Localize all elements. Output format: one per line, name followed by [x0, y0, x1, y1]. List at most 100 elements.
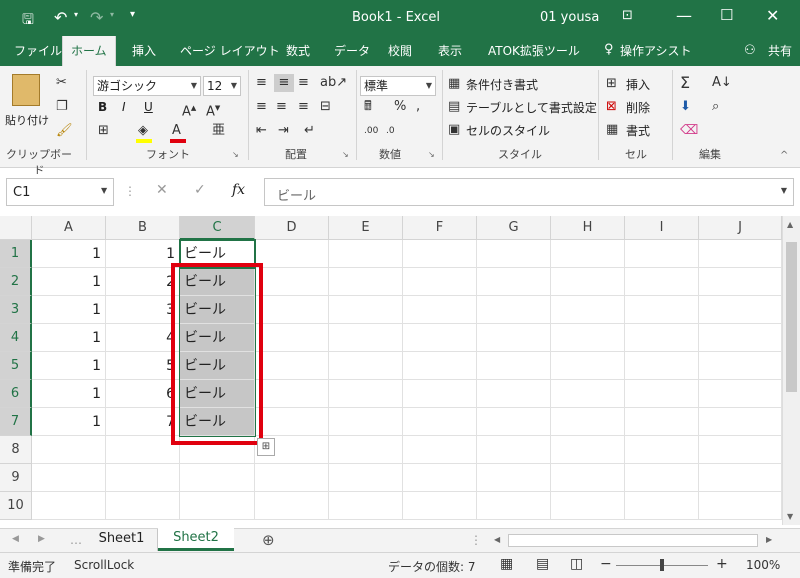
empty-cell[interactable]	[255, 492, 329, 520]
format-as-table-button[interactable]: テーブルとして書式設定	[466, 99, 597, 116]
scroll-down-icon[interactable]: ▼	[787, 512, 793, 521]
align-bottom-icon[interactable]: ≡	[298, 74, 309, 92]
empty-cell[interactable]	[329, 464, 403, 492]
row-header[interactable]: 1	[0, 240, 32, 268]
page-layout-view-icon[interactable]: ▤	[536, 556, 549, 572]
empty-cell[interactable]	[403, 436, 477, 464]
sheet-tab-sheet2[interactable]: Sheet2	[158, 528, 234, 551]
empty-cell[interactable]	[255, 268, 329, 296]
empty-cell[interactable]	[699, 296, 782, 324]
align-left-icon[interactable]: ≡	[256, 98, 267, 116]
empty-cell[interactable]	[477, 240, 551, 268]
add-sheet-icon[interactable]: ⊕	[262, 531, 275, 549]
borders-icon[interactable]: ⊞	[98, 122, 109, 140]
empty-cell[interactable]	[625, 436, 699, 464]
zoom-slider-thumb[interactable]	[660, 559, 664, 571]
align-right-icon[interactable]: ≡	[298, 98, 309, 116]
cell-a[interactable]	[32, 464, 106, 492]
font-dialog-launcher-icon[interactable]: ↘	[232, 150, 239, 159]
empty-cell[interactable]	[255, 240, 329, 268]
share-button[interactable]: 共有	[760, 36, 800, 66]
cell-c[interactable]	[180, 464, 255, 492]
cell-b[interactable]: 2	[106, 268, 180, 296]
formula-input[interactable]: ビール ▼	[264, 178, 794, 206]
column-header[interactable]: G	[477, 216, 551, 240]
empty-cell[interactable]	[625, 380, 699, 408]
redo-icon[interactable]: ↷	[90, 8, 103, 27]
copy-icon[interactable]: ❐	[56, 98, 68, 116]
empty-cell[interactable]	[551, 380, 625, 408]
empty-cell[interactable]	[699, 436, 782, 464]
cell-a[interactable]: 1	[32, 268, 106, 296]
italic-button[interactable]: I	[122, 100, 126, 114]
row-header[interactable]: 6	[0, 380, 32, 408]
empty-cell[interactable]	[477, 352, 551, 380]
empty-cell[interactable]	[403, 492, 477, 520]
more-sheets-icon[interactable]: …	[70, 533, 82, 547]
empty-cell[interactable]	[403, 240, 477, 268]
merge-center-icon[interactable]: ⊟	[320, 98, 331, 116]
zoom-level[interactable]: 100%	[746, 558, 780, 572]
scroll-left-icon[interactable]: ◀	[494, 535, 500, 544]
bold-button[interactable]: B	[98, 100, 107, 114]
empty-cell[interactable]	[403, 408, 477, 436]
cell-a[interactable]: 1	[32, 296, 106, 324]
empty-cell[interactable]	[551, 324, 625, 352]
empty-cell[interactable]	[255, 324, 329, 352]
find-select-icon[interactable]: ⌕	[712, 98, 719, 116]
cell-b[interactable]: 7	[106, 408, 180, 436]
cell-a[interactable]: 1	[32, 352, 106, 380]
align-middle-icon[interactable]: ≡	[274, 74, 294, 92]
close-icon[interactable]: ✕	[766, 6, 779, 25]
cell-a[interactable]: 1	[32, 324, 106, 352]
insert-function-icon[interactable]: fx	[232, 182, 245, 198]
empty-cell[interactable]	[477, 268, 551, 296]
cell-a[interactable]: 1	[32, 408, 106, 436]
insert-cells-button[interactable]: 挿入	[626, 76, 650, 93]
empty-cell[interactable]	[625, 464, 699, 492]
column-header[interactable]: E	[329, 216, 403, 240]
empty-cell[interactable]	[255, 352, 329, 380]
empty-cell[interactable]	[699, 352, 782, 380]
cancel-icon[interactable]: ✕	[156, 182, 168, 198]
undo-dropdown-icon[interactable]: ▾	[74, 10, 78, 19]
accounting-format-icon[interactable]: 🖩	[364, 98, 372, 116]
row-header[interactable]: 8	[0, 436, 32, 464]
tab-data[interactable]: データ	[326, 36, 378, 66]
expand-formula-icon[interactable]: ▼	[781, 186, 787, 195]
autosum-icon[interactable]: Σ	[680, 74, 690, 92]
clear-icon[interactable]: ⌫	[680, 122, 698, 140]
vertical-scrollbar[interactable]: ▲ ▼	[782, 216, 800, 525]
percent-icon[interactable]: %	[394, 98, 406, 116]
font-name-combo[interactable]: 游ゴシック ▼	[93, 76, 201, 96]
undo-icon[interactable]: ↶	[54, 8, 67, 27]
tab-insert[interactable]: 挿入	[124, 36, 164, 66]
empty-cell[interactable]	[329, 324, 403, 352]
empty-cell[interactable]	[625, 352, 699, 380]
empty-cell[interactable]	[551, 492, 625, 520]
cell-a[interactable]: 1	[32, 380, 106, 408]
select-all-corner[interactable]	[0, 216, 32, 240]
font-grow-icon[interactable]: A▲	[182, 99, 196, 121]
save-icon[interactable]: 🖫	[22, 9, 34, 33]
fill-icon[interactable]: ⬇	[680, 98, 691, 116]
empty-cell[interactable]	[699, 408, 782, 436]
empty-cell[interactable]	[551, 408, 625, 436]
tab-formulas[interactable]: 数式	[278, 36, 318, 66]
empty-cell[interactable]	[625, 268, 699, 296]
cell-b[interactable]: 5	[106, 352, 180, 380]
empty-cell[interactable]	[699, 324, 782, 352]
row-header[interactable]: 9	[0, 464, 32, 492]
increase-indent-icon[interactable]: ⇥	[278, 122, 289, 140]
empty-cell[interactable]	[329, 268, 403, 296]
empty-cell[interactable]	[255, 380, 329, 408]
cell-a[interactable]	[32, 492, 106, 520]
zoom-out-icon[interactable]: −	[600, 556, 612, 572]
column-header[interactable]: B	[106, 216, 180, 240]
empty-cell[interactable]	[329, 240, 403, 268]
tab-splitter-icon[interactable]: ⋮	[470, 533, 482, 547]
empty-cell[interactable]	[255, 464, 329, 492]
empty-cell[interactable]	[329, 352, 403, 380]
cell-a[interactable]: 1	[32, 240, 106, 268]
horizontal-scrollbar[interactable]	[508, 534, 758, 547]
